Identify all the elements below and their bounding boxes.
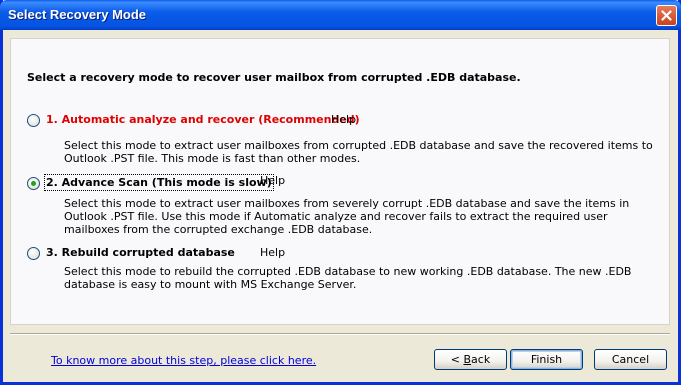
help-automatic[interactable]: Help: [331, 113, 356, 126]
help-advance-scan[interactable]: Help: [260, 174, 285, 187]
finish-button[interactable]: Finish: [510, 349, 583, 370]
radio-automatic[interactable]: [27, 114, 40, 127]
option-advance-scan-label[interactable]: 2. Advance Scan (This mode is slow): [44, 174, 274, 191]
recovery-mode-dialog: Select Recovery Mode Select a recovery m…: [0, 0, 681, 385]
radio-rebuild[interactable]: [27, 247, 40, 260]
title-bar[interactable]: Select Recovery Mode: [0, 0, 681, 30]
option-automatic-label[interactable]: 1. Automatic analyze and recover (Recomm…: [46, 113, 360, 126]
cancel-button[interactable]: Cancel: [594, 349, 667, 370]
back-label-rest: ack: [471, 353, 491, 366]
back-button[interactable]: < Back: [434, 349, 507, 370]
footer-separator: [10, 333, 670, 335]
intro-text: Select a recovery mode to recover user m…: [27, 71, 521, 84]
close-icon: [661, 10, 672, 21]
radio-advance-scan[interactable]: [27, 177, 40, 190]
help-rebuild[interactable]: Help: [260, 246, 285, 259]
back-accelerator: B: [463, 353, 472, 366]
content-panel: Select a recovery mode to recover user m…: [10, 38, 670, 325]
radio-selected-dot: [31, 181, 36, 186]
more-info-link[interactable]: To know more about this step, please cli…: [51, 354, 316, 367]
option-rebuild-description: Select this mode to rebuild the corrupte…: [64, 265, 632, 291]
option-advance-scan-description: Select this mode to extract user mailbox…: [64, 197, 630, 236]
back-prefix: <: [450, 353, 464, 366]
option-automatic-description: Select this mode to extract user mailbox…: [64, 139, 653, 165]
window-title: Select Recovery Mode: [8, 7, 147, 22]
close-button[interactable]: [656, 5, 677, 26]
option-rebuild-label[interactable]: 3. Rebuild corrupted database: [46, 246, 235, 259]
